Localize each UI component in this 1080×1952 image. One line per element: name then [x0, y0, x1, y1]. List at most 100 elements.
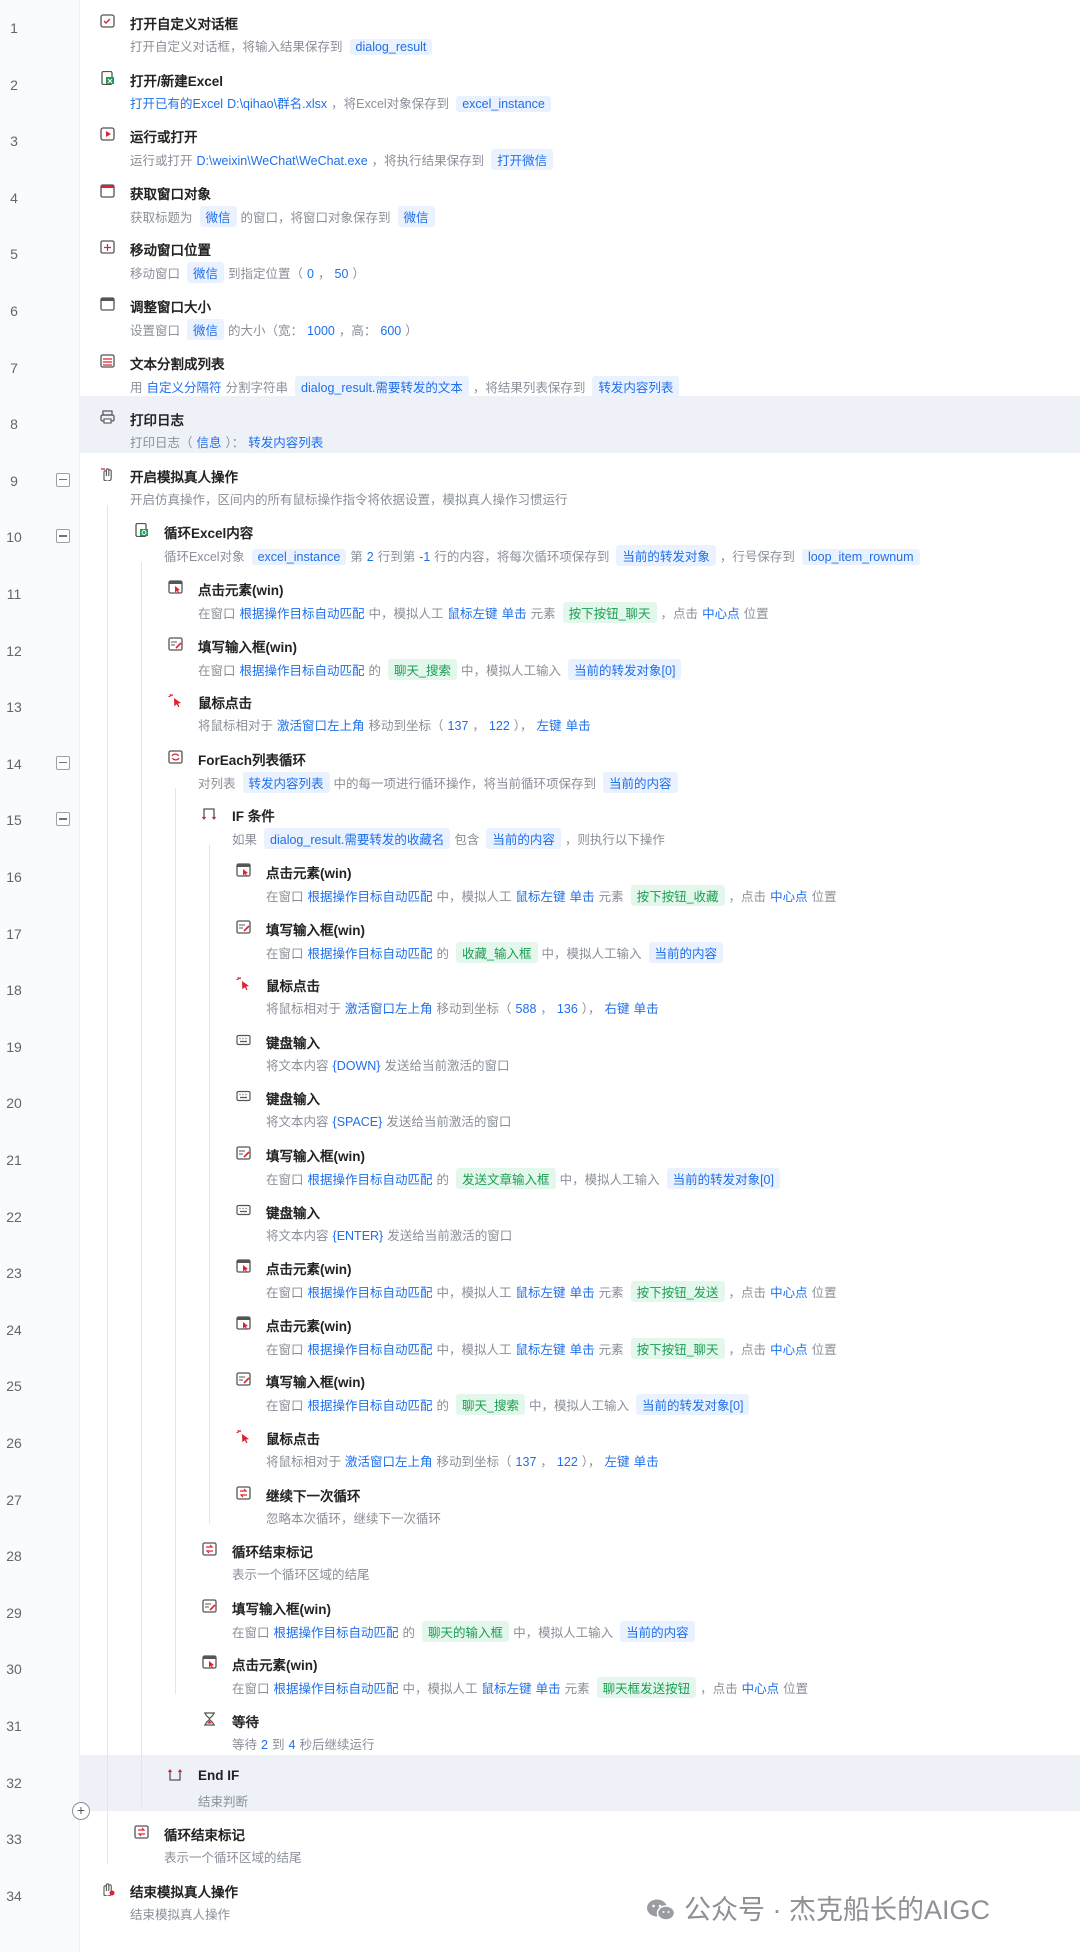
param-value[interactable]: 122 — [557, 1455, 578, 1469]
param-value[interactable]: 根据操作目标自动匹配 — [308, 1399, 433, 1413]
param-value[interactable]: 鼠标左键 — [448, 607, 498, 621]
param-value[interactable]: 2 — [261, 1738, 268, 1752]
element-tag[interactable]: 聊天的输入框 — [422, 1620, 510, 1642]
flow-step-row[interactable]: 33 循环结束标记 表示一个循环区域的结尾 — [0, 1811, 1080, 1868]
flow-step-row[interactable]: 11 点击元素(win) 在窗口 根据操作目标自动匹配 中，模拟人工 鼠标左键 单击 元素 按下… — [0, 566, 1080, 623]
param-value[interactable]: 激活窗口左上角 — [345, 1002, 433, 1016]
collapse-toggle[interactable] — [56, 529, 70, 544]
param-value[interactable]: 单击 — [536, 1682, 561, 1696]
flow-step-row[interactable]: 9 开启模拟真人操作 开启仿真操作，区间内的所有鼠标操作指令将依据设置，模拟真人操作… — [0, 453, 1080, 510]
param-value[interactable]: 鼠标左键 — [516, 1286, 566, 1300]
flow-step-row[interactable]: 1 打开自定义对话框 打开自定义对话框，将输入结果保存到 dialog_result — [0, 0, 1080, 57]
flow-step-row[interactable]: 6 调整窗口大小 设置窗口 微信 的大小（宽： 1000 ，高： 600 ） — [0, 283, 1080, 340]
param-value[interactable]: 激活窗口左上角 — [345, 1455, 433, 1469]
variable-tag[interactable]: 转发内容列表 — [592, 375, 680, 397]
variable-tag[interactable]: 当前的内容 — [486, 828, 561, 850]
param-value[interactable]: 根据操作目标自动匹配 — [308, 1173, 433, 1187]
flow-step-row[interactable]: 24 点击元素(win) 在窗口 根据操作目标自动匹配 中，模拟人工 鼠标左键 单击 元素 按下… — [0, 1302, 1080, 1359]
param-value[interactable]: 单击 — [634, 1002, 659, 1016]
param-value[interactable]: 137 — [516, 1455, 537, 1469]
flow-step-row[interactable]: 31 等待 等待 2 到 4 秒后继续运行 — [0, 1698, 1080, 1755]
flow-step-row[interactable]: 25 填写输入框(win) 在窗口 根据操作目标自动匹配的聊天_搜索 中，模拟人工输入当… — [0, 1358, 1080, 1416]
variable-tag[interactable]: 打开微信 — [491, 149, 554, 171]
variable-tag[interactable]: 微信 — [199, 205, 237, 227]
param-value[interactable]: 中心点 — [770, 1343, 808, 1357]
param-value[interactable]: 打开已有的Excel — [130, 97, 223, 111]
variable-tag[interactable]: 微信 — [187, 319, 225, 340]
element-tag[interactable]: 聊天框发送按钮 — [596, 1677, 697, 1699]
param-value[interactable]: 鼠标左键 — [482, 1682, 532, 1696]
param-value[interactable]: 根据操作目标自动匹配 — [308, 890, 433, 904]
param-value[interactable]: {SPACE} — [333, 1115, 383, 1129]
flow-step-row[interactable]: 10 循环Excel内容 循环Excel对象 excel_instance 第 2 行到第 -… — [0, 509, 1080, 567]
element-tag[interactable]: 按下按钮_聊天 — [630, 1337, 725, 1359]
flow-step-row[interactable]: 18 鼠标点击 将鼠标相对于 激活窗口左上角 移动到坐标（ 588， 136）， 右键 单击 — [0, 962, 1080, 1019]
element-tag[interactable]: 聊天_搜索 — [388, 658, 457, 680]
param-value[interactable]: 中心点 — [742, 1682, 780, 1696]
variable-tag[interactable]: loop_item_rownum — [801, 549, 920, 566]
param-value[interactable]: 600 — [380, 324, 401, 338]
flow-step-row[interactable]: 22 键盘输入 将文本内容 {ENTER} 发送给当前激活的窗口 — [0, 1189, 1080, 1246]
param-value[interactable]: 根据操作目标自动匹配 — [240, 607, 365, 621]
element-tag[interactable]: 按下按钮_收藏 — [630, 885, 725, 906]
variable-tag[interactable]: 微信 — [187, 262, 225, 284]
variable-tag[interactable]: dialog_result.需要转发的文本 — [295, 375, 469, 397]
flow-step-row[interactable]: 26 鼠标点击 将鼠标相对于 激活窗口左上角 移动到坐标（ 137， 122）， 左键 单击 — [0, 1415, 1080, 1472]
param-value[interactable]: 2 — [367, 550, 374, 564]
collapse-toggle[interactable] — [56, 472, 70, 487]
param-value[interactable]: 单击 — [570, 890, 595, 904]
flow-step-row[interactable]: 32 End IF 结束判断 — [6, 1754, 1080, 1812]
param-value[interactable]: {DOWN} — [333, 1059, 381, 1073]
variable-tag[interactable]: 当前的内容 — [648, 941, 724, 963]
element-tag[interactable]: 按下按钮_聊天 — [562, 602, 657, 623]
param-value[interactable]: 激活窗口左上角 — [277, 719, 365, 733]
param-value[interactable]: 根据操作目标自动匹配 — [240, 664, 365, 678]
flow-step-row[interactable]: 15 IF 条件 如果 dialog_result.需要转发的收藏名 包含 当前的内容 ，则… — [0, 792, 1080, 850]
flow-step-row[interactable]: 16 点击元素(win) 在窗口 根据操作目标自动匹配 中，模拟人工 鼠标左键 单击 元素 按下… — [0, 849, 1080, 906]
flow-step-row[interactable]: 27 继续下一次循环 忽略本次循环，继续下一次循环 — [0, 1472, 1080, 1529]
flow-step-row[interactable]: 13 鼠标点击 将鼠标相对于 激活窗口左上角 移动到坐标（ 137， 122）， 左键 单击 — [0, 679, 1080, 736]
collapse-toggle[interactable] — [56, 755, 70, 770]
flow-step-row[interactable]: 2 打开/新建Excel 打开已有的Excel D:\qihao\群名.xlsx ，将E… — [0, 57, 1080, 114]
param-value[interactable]: 137 — [448, 719, 469, 733]
param-value[interactable]: 中心点 — [770, 1286, 808, 1300]
element-tag[interactable]: 收藏_输入框 — [456, 941, 538, 963]
flow-step-row[interactable]: 8 打印日志 打印日志（ 信息）： 转发内容列表 — [10, 396, 1080, 453]
element-tag[interactable]: 按下按钮_发送 — [630, 1281, 725, 1303]
param-value[interactable]: 根据操作目标自动匹配 — [308, 1343, 433, 1357]
param-value[interactable]: 根据操作目标自动匹配 — [308, 1286, 433, 1300]
param-value[interactable]: 136 — [557, 1002, 578, 1016]
variable-tag[interactable]: 当前的转发对象[0] — [666, 1168, 780, 1189]
param-value[interactable]: 左键 — [537, 719, 562, 733]
flow-step-row[interactable]: 19 键盘输入 将文本内容 {DOWN} 发送给当前激活的窗口 — [0, 1019, 1080, 1076]
variable-tag[interactable]: 当前的内容 — [603, 771, 678, 793]
flow-step-row[interactable]: 21 填写输入框(win) 在窗口 根据操作目标自动匹配的发送文章输入框 中，模拟人工输… — [0, 1132, 1080, 1189]
flow-step-row[interactable]: 23 点击元素(win) 在窗口 根据操作目标自动匹配 中，模拟人工 鼠标左键 单击 元素 按下… — [0, 1245, 1080, 1303]
param-value[interactable]: 左键 — [605, 1455, 630, 1469]
variable-tag[interactable]: 当前的转发对象[0] — [568, 658, 682, 680]
param-value[interactable]: 单击 — [502, 607, 527, 621]
variable-tag[interactable]: excel_instance — [456, 95, 551, 112]
flow-step-row[interactable]: 12 填写输入框(win) 在窗口 根据操作目标自动匹配的聊天_搜索 中，模拟人工输入当… — [0, 623, 1080, 680]
variable-tag[interactable]: 微信 — [397, 205, 435, 227]
param-value[interactable]: 根据操作目标自动匹配 — [274, 1682, 399, 1696]
param-value[interactable]: 122 — [489, 719, 510, 733]
flow-step-row[interactable]: 4 获取窗口对象 获取标题为 微信 的窗口，将窗口对象保存到 微信 — [0, 170, 1080, 227]
flow-step-row[interactable]: 29 填写输入框(win) 在窗口 根据操作目标自动匹配的聊天的输入框 中，模拟人工输入… — [0, 1585, 1080, 1642]
param-value[interactable]: 根据操作目标自动匹配 — [274, 1626, 399, 1640]
add-step-button[interactable]: + — [72, 1802, 90, 1820]
flow-step-row[interactable]: 30 点击元素(win) 在窗口 根据操作目标自动匹配 中，模拟人工 鼠标左键 单击 元素 聊天… — [0, 1641, 1080, 1699]
param-value[interactable]: 0 — [307, 267, 314, 281]
flow-step-row[interactable]: 14 ForEach列表循环 对列表 转发内容列表 中的每一项进行循环操作，将当前循环项… — [0, 736, 1080, 793]
flow-step-row[interactable]: 28 循环结束标记 表示一个循环区域的结尾 — [0, 1528, 1080, 1585]
flow-step-row[interactable]: 7 文本分割成列表用自定义分隔符 分割字符串 dialog_result.需要转发的文… — [0, 340, 1080, 397]
param-value[interactable]: 1000 — [307, 324, 335, 338]
param-value[interactable]: D:\qihao\群名.xlsx — [227, 97, 327, 111]
param-value[interactable]: 中心点 — [770, 890, 808, 904]
param-value[interactable]: 单击 — [634, 1455, 659, 1469]
variable-tag[interactable]: 当前的转发对象[0] — [636, 1394, 750, 1416]
param-value[interactable]: -1 — [419, 550, 430, 564]
element-tag[interactable]: 发送文章输入框 — [456, 1168, 556, 1189]
collapse-toggle[interactable] — [56, 812, 70, 827]
param-value[interactable]: 588 — [516, 1002, 537, 1016]
